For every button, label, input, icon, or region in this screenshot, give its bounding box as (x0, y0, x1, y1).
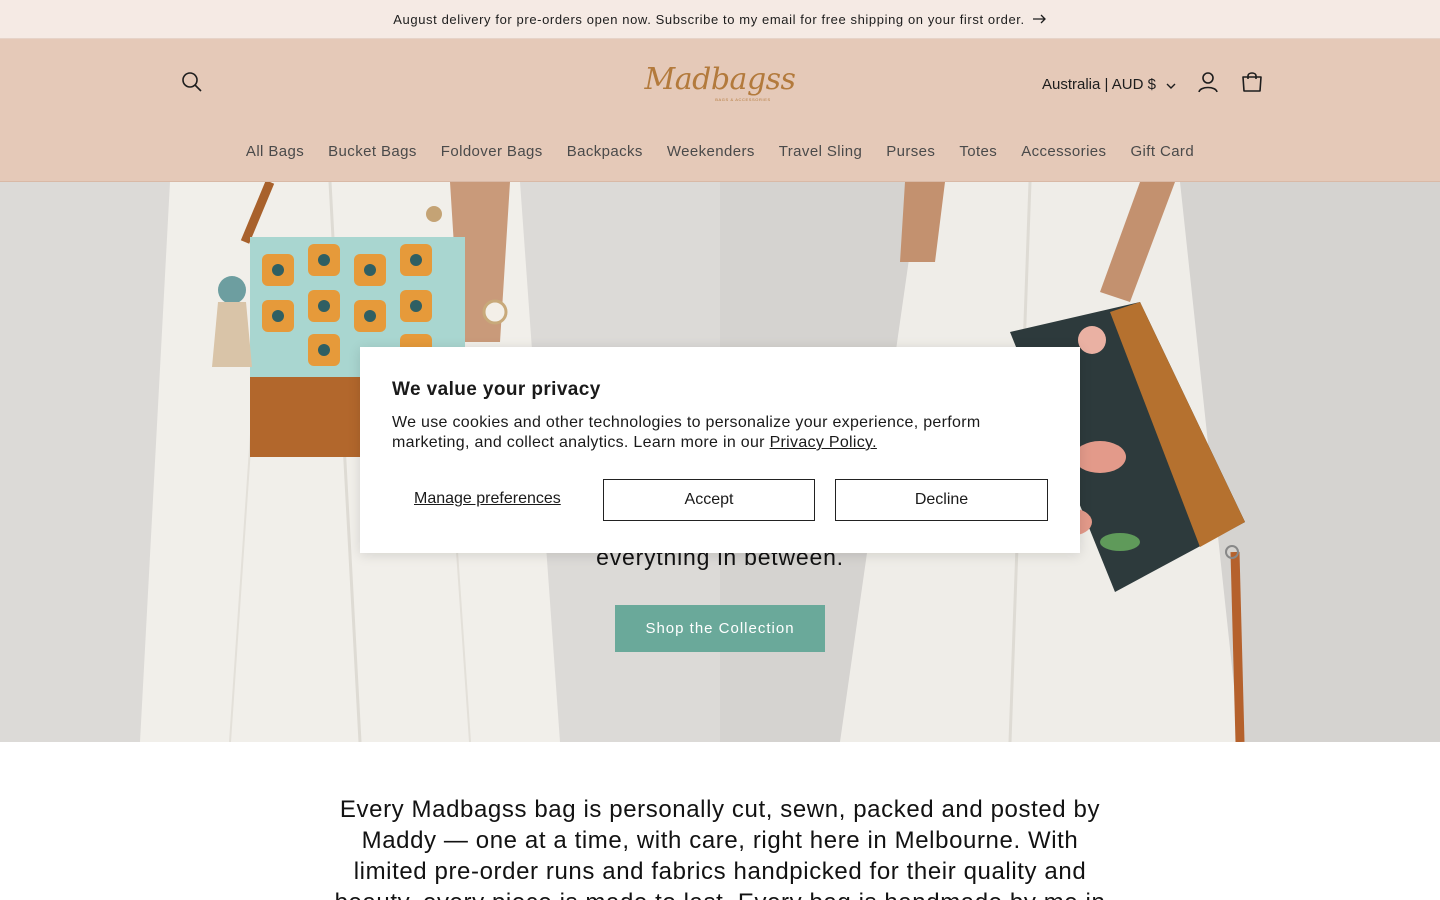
nav-item-all-bags[interactable]: All Bags (234, 143, 316, 160)
logo-wordmark: Madbagss (644, 61, 796, 97)
announcement-bar[interactable]: August delivery for pre-orders open now.… (0, 0, 1440, 39)
nav-item-backpacks[interactable]: Backpacks (555, 143, 655, 160)
nav-item-purses[interactable]: Purses (874, 143, 947, 160)
account-icon (1198, 71, 1218, 98)
cart-button[interactable] (1230, 62, 1274, 106)
intro-text: Every Madbagss bag is personally cut, se… (335, 796, 1105, 900)
chevron-down-icon (1166, 76, 1176, 93)
nav-item-travel-sling[interactable]: Travel Sling (767, 143, 874, 160)
privacy-consent-dialog: We value your privacy We use cookies and… (360, 347, 1080, 553)
nav-item-weekenders[interactable]: Weekenders (655, 143, 767, 160)
site-logo[interactable]: Madbagss BAGS & ACCESSORIES (645, 51, 796, 115)
main-navigation: All Bags Bucket Bags Foldover Bags Backp… (0, 136, 1440, 166)
search-icon (181, 71, 203, 98)
country-selector-label: Australia | AUD $ (1042, 75, 1156, 93)
announcement-text[interactable]: August delivery for pre-orders open now.… (393, 12, 1024, 27)
privacy-dialog-title: We value your privacy (392, 379, 601, 400)
shop-collection-button[interactable]: Shop the Collection (615, 605, 825, 652)
privacy-policy-link[interactable]: Privacy Policy. (770, 434, 877, 451)
nav-item-bucket-bags[interactable]: Bucket Bags (316, 143, 429, 160)
arrow-right-icon[interactable] (1032, 14, 1047, 24)
privacy-dialog-text: We use cookies and other technologies to… (392, 414, 981, 451)
nav-item-totes[interactable]: Totes (947, 143, 1009, 160)
country-selector[interactable]: Australia | AUD $ (1034, 72, 1184, 96)
account-button[interactable] (1186, 62, 1230, 106)
nav-item-foldover-bags[interactable]: Foldover Bags (429, 143, 555, 160)
privacy-dialog-actions: Manage preferences Accept Decline (392, 479, 1048, 521)
nav-item-accessories[interactable]: Accessories (1009, 143, 1118, 160)
cart-icon (1241, 71, 1263, 98)
manage-preferences-link[interactable]: Manage preferences (414, 490, 561, 508)
logo-tagline: BAGS & ACCESSORIES (715, 96, 771, 102)
accept-button[interactable]: Accept (603, 479, 815, 521)
nav-item-gift-card[interactable]: Gift Card (1118, 143, 1206, 160)
decline-button[interactable]: Decline (835, 479, 1048, 521)
site-header: Madbagss BAGS & ACCESSORIES Australia | … (0, 39, 1440, 182)
search-button[interactable] (170, 62, 214, 106)
privacy-dialog-body: We use cookies and other technologies to… (392, 413, 1022, 453)
